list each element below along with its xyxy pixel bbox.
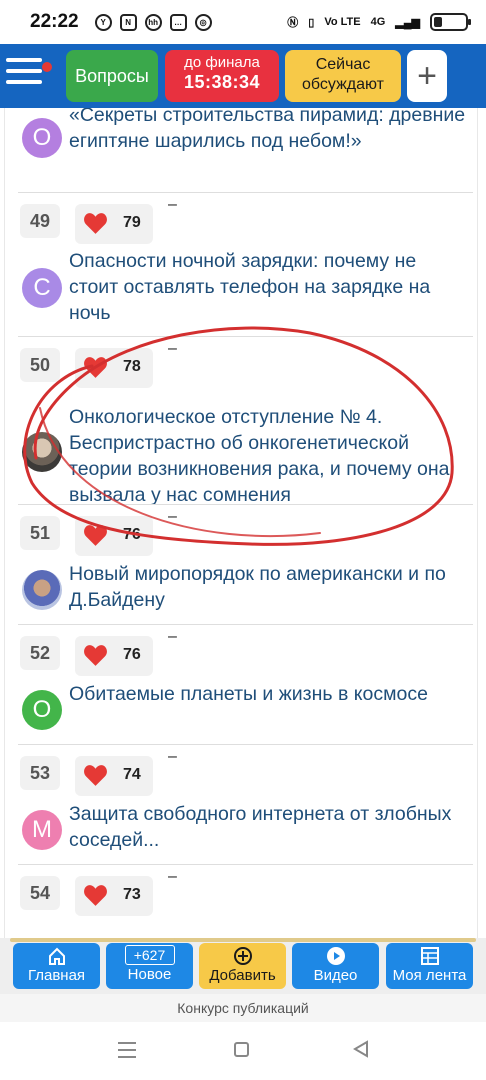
heart-icon <box>84 213 107 234</box>
divider <box>18 744 473 745</box>
avatar[interactable]: О <box>22 118 62 158</box>
article-title[interactable]: Новый миропорядок по американски и по Д.… <box>69 561 469 613</box>
rank-badge: 54 <box>20 876 60 910</box>
new-button[interactable]: +627 Новое <box>106 943 193 989</box>
my-feed-button[interactable]: Моя лента <box>386 943 473 989</box>
network-label: 4G <box>370 16 386 28</box>
avatar[interactable]: О <box>22 690 62 730</box>
user-photo-avatar[interactable] <box>22 570 62 610</box>
app-header: Вопросы до финала 15:38:34 Сейчас обсужд… <box>0 44 486 108</box>
like-count: 73 <box>123 886 141 903</box>
left-border <box>4 108 5 938</box>
status-bar: 22:22 Y N hh … ◎ Ⓝ ▯ Vo LTE 4G ▂▄▆ <box>0 0 486 44</box>
home-button[interactable]: Главная <box>13 943 100 989</box>
final-label: до финала <box>184 54 260 71</box>
article-title[interactable]: Обитаемые планеты и жизнь в космосе <box>69 681 469 707</box>
like-button[interactable]: 76 <box>75 516 153 556</box>
system-navigation <box>0 1022 486 1080</box>
feed-label: Моя лента <box>392 967 467 984</box>
heart-icon <box>84 765 107 786</box>
rank-change: – <box>168 508 177 525</box>
user-photo-avatar[interactable] <box>22 432 62 472</box>
hh-app-icon: hh <box>144 13 162 31</box>
countdown-timer: 15:38:34 <box>183 72 261 92</box>
avatar[interactable]: М <box>22 810 62 850</box>
home-square-icon[interactable] <box>234 1042 249 1057</box>
article-title[interactable]: Опасности ночной зарядки: почему не стои… <box>69 248 469 326</box>
divider <box>18 624 473 625</box>
ranking-list: О «Секреты строительства пирамид: древни… <box>0 108 486 938</box>
volte-label: Vo LTE <box>324 16 361 28</box>
notification-dot <box>42 62 52 72</box>
rank-badge: 50 <box>20 348 60 382</box>
rank-change: – <box>168 196 177 213</box>
recent-apps-icon[interactable] <box>118 1042 136 1063</box>
like-button[interactable]: 73 <box>75 876 153 916</box>
rank-change: – <box>168 748 177 765</box>
contest-link[interactable]: Конкурс публикаций <box>0 994 486 1022</box>
heart-icon <box>84 885 107 906</box>
like-count: 76 <box>123 646 141 663</box>
article-title[interactable]: Онкологическое отступление № 4. Бесприст… <box>69 404 469 508</box>
y-app-icon: Y <box>94 13 112 31</box>
rank-change: – <box>168 868 177 885</box>
like-button[interactable]: 76 <box>75 636 153 676</box>
countdown-button[interactable]: до финала 15:38:34 <box>165 50 279 102</box>
article-title[interactable]: Защита свободного интернета от злобных с… <box>69 801 469 853</box>
right-border <box>477 108 478 938</box>
divider <box>18 336 473 337</box>
add-post-button[interactable]: Добавить <box>199 943 286 989</box>
bottom-navigation: Главная +627 Новое Добавить Видео Моя ле… <box>0 938 486 994</box>
home-icon <box>48 947 65 965</box>
chrome-icon: ◎ <box>194 13 212 31</box>
rank-badge: 52 <box>20 636 60 670</box>
like-count: 78 <box>123 358 141 375</box>
avatar[interactable]: С <box>22 268 62 308</box>
add-button[interactable]: + <box>407 50 447 102</box>
article-title[interactable]: «Секреты строительства пирамид: древние … <box>69 108 469 154</box>
nfc-icon: Ⓝ <box>287 17 299 29</box>
video-label: Видео <box>313 967 358 984</box>
discuss-line2: обсуждают <box>302 76 384 93</box>
play-icon <box>326 947 345 965</box>
heart-icon <box>84 357 107 378</box>
system-icons: Ⓝ ▯ Vo LTE 4G ▂▄▆ <box>287 13 471 31</box>
home-label: Главная <box>27 967 86 984</box>
notification-icons: Y N hh … ◎ <box>94 13 212 31</box>
add-label: Добавить <box>209 967 276 984</box>
divider <box>18 504 473 505</box>
clock: 22:22 <box>30 11 79 32</box>
like-button[interactable]: 79 <box>75 204 153 244</box>
divider <box>18 864 473 865</box>
rank-change: – <box>168 628 177 645</box>
like-count: 79 <box>123 214 141 231</box>
discussing-now-button[interactable]: Сейчас обсуждают <box>285 50 401 102</box>
heart-icon <box>84 645 107 666</box>
vibrate-icon: ▯ <box>308 16 315 29</box>
chat-app-icon: … <box>169 13 187 31</box>
rank-badge: 53 <box>20 756 60 790</box>
signal-icon: ▂▄▆ <box>395 16 420 29</box>
rank-change: – <box>168 340 177 357</box>
like-button[interactable]: 74 <box>75 756 153 796</box>
discuss-line1: Сейчас <box>315 56 371 73</box>
like-count: 74 <box>123 766 141 783</box>
like-button[interactable]: 78 <box>75 348 153 388</box>
new-count-badge: +627 <box>124 945 175 965</box>
heart-icon <box>84 525 107 546</box>
divider <box>18 192 473 193</box>
video-button[interactable]: Видео <box>292 943 379 989</box>
questions-button[interactable]: Вопросы <box>66 50 158 102</box>
battery-icon <box>430 13 471 31</box>
news-app-icon: N <box>119 13 137 31</box>
scroll-shadow <box>10 938 476 942</box>
plus-circle-icon <box>233 947 252 965</box>
menu-icon[interactable] <box>6 58 42 90</box>
like-count: 76 <box>123 526 141 543</box>
back-icon[interactable] <box>352 1040 370 1058</box>
rank-badge: 49 <box>20 204 60 238</box>
feed-icon <box>420 947 439 965</box>
new-label: Новое <box>127 966 172 983</box>
rank-badge: 51 <box>20 516 60 550</box>
